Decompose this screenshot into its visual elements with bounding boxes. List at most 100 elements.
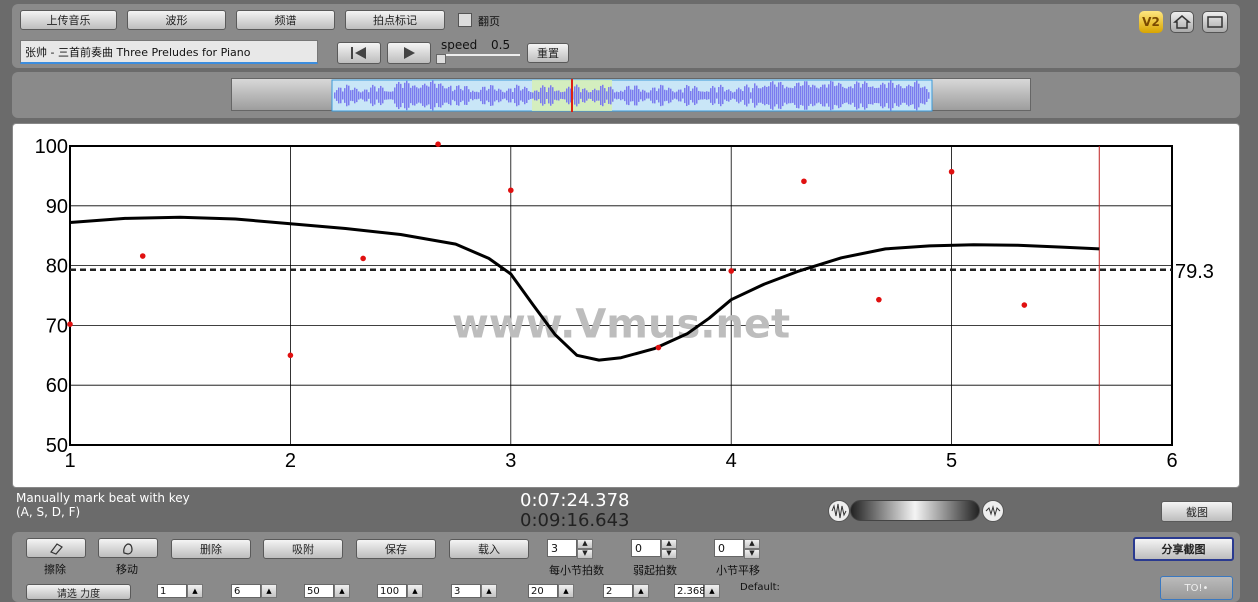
beats-per-bar-stepper[interactable]: 3 ▲ ▼ [547, 539, 593, 559]
beat-tempo-point [67, 321, 73, 328]
increment-icon[interactable]: ▲ [577, 539, 593, 549]
speed-slider-track[interactable] [440, 54, 520, 56]
secondary-action-button[interactable]: TO!• [1160, 576, 1233, 600]
x-tick-label: 4 [726, 450, 737, 472]
current-time: 0:07:24.378 [520, 490, 630, 511]
beat-mark-button[interactable]: 拍点标记 [345, 10, 445, 30]
zoom-slider[interactable] [850, 500, 980, 521]
version-badge-text: V2 [1142, 15, 1160, 29]
bottom-select-button[interactable]: 请选 力度 [26, 584, 131, 600]
parameter-stepper[interactable]: 100 ▲ [377, 584, 423, 598]
load-button[interactable]: 载入 [449, 539, 529, 559]
increment-icon[interactable]: ▲ [261, 584, 277, 598]
beat-tempo-point [948, 168, 955, 175]
overview-waveform-graphic [331, 79, 933, 112]
beats-per-bar-value[interactable]: 3 [547, 539, 577, 557]
parameter-value[interactable]: 20 [528, 584, 558, 598]
beat-tempo-point [876, 296, 882, 303]
spectrum-button[interactable]: 频谱 [236, 10, 335, 30]
pickup-beats-label: 弱起拍数 [633, 564, 677, 577]
parameter-stepper[interactable]: 3 ▲ [451, 584, 497, 598]
increment-icon[interactable]: ▲ [661, 539, 677, 549]
total-time: 0:09:16.643 [520, 510, 630, 531]
save-button[interactable]: 保存 [356, 539, 436, 559]
reset-button[interactable]: 重置 [527, 43, 569, 63]
decrement-icon[interactable]: ▼ [661, 549, 677, 559]
parameter-value[interactable]: 3 [451, 584, 481, 598]
page-flip-checkbox[interactable] [458, 13, 472, 27]
x-tick-label: 5 [946, 450, 957, 472]
bar-shift-label: 小节平移 [716, 564, 760, 577]
parameter-value[interactable]: 100 [377, 584, 407, 598]
y-tick-label: 90 [46, 196, 68, 218]
version-badge[interactable]: V2 [1139, 11, 1163, 33]
speed-slider-thumb[interactable] [436, 54, 446, 64]
beats-per-bar-label: 每小节拍数 [549, 564, 604, 577]
increment-icon[interactable]: ▲ [407, 584, 423, 598]
increment-icon[interactable]: ▲ [334, 584, 350, 598]
share-screenshot-button[interactable]: 分享截图 [1133, 537, 1234, 561]
upload-music-button[interactable]: 上传音乐 [20, 10, 117, 30]
tempo-chart[interactable]: 10090807060501 2 3 4 5 6www.Vmus.net79.3 [12, 123, 1240, 488]
bar-shift-stepper[interactable]: 0 ▲ ▼ [714, 539, 760, 559]
play-icon [404, 47, 415, 59]
pickup-beats-value[interactable]: 0 [631, 539, 661, 557]
home-icon[interactable] [1170, 11, 1194, 33]
waveform-button[interactable]: 波形 [127, 10, 226, 30]
track-title-text: 张帅 - 三首前奏曲 Three Preludes for Piano [25, 46, 251, 59]
y-tick-label: 70 [46, 315, 68, 337]
overview-waveform[interactable] [231, 78, 1031, 112]
default-label: Default: [740, 582, 780, 593]
parameter-stepper[interactable]: 2.368 ▲ [674, 584, 720, 598]
delete-button[interactable]: 删除 [171, 539, 251, 559]
increment-icon[interactable]: ▲ [744, 539, 760, 549]
screenshot-button[interactable]: 截图 [1161, 501, 1233, 522]
decrement-icon[interactable]: ▼ [577, 549, 593, 559]
speed-value: 0.5 [491, 38, 511, 52]
x-tick-label: 6 [1166, 450, 1177, 472]
parameter-value[interactable]: 2.368 [674, 584, 706, 598]
skip-to-start-button[interactable] [337, 42, 381, 64]
beat-tempo-point [139, 253, 146, 259]
beat-hint-line-2: (A, S, D, F) [16, 505, 81, 519]
bar-shift-value[interactable]: 0 [714, 539, 744, 557]
y-tick-label: 80 [46, 256, 68, 278]
increment-icon[interactable]: ▲ [481, 584, 497, 598]
pickup-beats-stepper[interactable]: 0 ▲ ▼ [631, 539, 677, 559]
parameter-stepper[interactable]: 6 ▲ [231, 584, 277, 598]
increment-icon[interactable]: ▲ [187, 584, 203, 598]
watermark: www.Vmus.net [452, 301, 790, 347]
track-title-field[interactable]: 张帅 - 三首前奏曲 Three Preludes for Piano [20, 40, 318, 64]
beat-tempo-point [1021, 302, 1028, 308]
parameter-stepper[interactable]: 50 ▲ [304, 584, 350, 598]
x-tick-label: 1 [64, 450, 75, 472]
x-tick-label: 2 [285, 450, 296, 472]
zoom-in-wave-icon[interactable] [982, 500, 1004, 522]
parameter-stepper[interactable]: 2 ▲ [603, 584, 649, 598]
decrement-icon[interactable]: ▼ [744, 549, 760, 559]
erase-label: 擦除 [44, 563, 66, 576]
beat-hint-line-1: Manually mark beat with key [16, 491, 190, 505]
move-button[interactable] [98, 538, 158, 558]
parameter-stepper[interactable]: 20 ▲ [528, 584, 574, 598]
play-button[interactable] [387, 42, 431, 64]
parameter-value[interactable]: 1 [157, 584, 187, 598]
parameter-stepper[interactable]: 1 ▲ [157, 584, 203, 598]
increment-icon[interactable]: ▲ [704, 584, 720, 598]
parameter-value[interactable]: 50 [304, 584, 334, 598]
increment-icon[interactable]: ▲ [558, 584, 574, 598]
erase-button[interactable] [26, 538, 86, 558]
fullscreen-icon[interactable] [1202, 11, 1228, 33]
skip-back-icon [351, 47, 366, 59]
beat-tempo-point [655, 344, 662, 351]
average-tempo-label: 79.3 [1175, 261, 1214, 283]
snap-button[interactable]: 吸附 [263, 539, 343, 559]
zoom-out-wave-icon[interactable] [828, 500, 850, 522]
increment-icon[interactable]: ▲ [633, 584, 649, 598]
beat-tempo-point [728, 268, 734, 274]
plot-frame [69, 145, 1173, 446]
beat-tempo-point [801, 178, 807, 185]
parameter-value[interactable]: 2 [603, 584, 633, 598]
eraser-icon [50, 543, 63, 555]
parameter-value[interactable]: 6 [231, 584, 261, 598]
